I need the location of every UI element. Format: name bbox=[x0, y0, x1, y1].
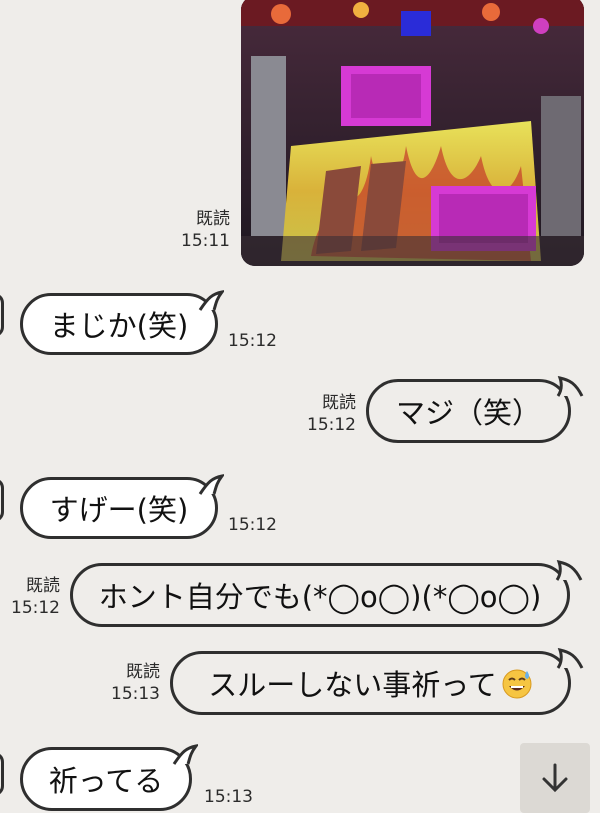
message-bubble-sent[interactable]: マジ（笑） bbox=[366, 379, 571, 443]
timestamp-3: 15:12 bbox=[228, 515, 277, 535]
message-text: すげー(笑) bbox=[49, 493, 189, 527]
scroll-to-bottom-button[interactable] bbox=[520, 743, 590, 813]
read-receipt-5: 既読 15:13 bbox=[111, 662, 160, 704]
bubble-tail bbox=[556, 376, 584, 397]
bubble-tail bbox=[198, 474, 224, 495]
avatar-edge[interactable] bbox=[0, 293, 4, 337]
sweat-smile-emoji bbox=[502, 669, 532, 699]
timestamp-6: 15:13 bbox=[204, 787, 253, 807]
message-text: ホント自分でも(*◯o◯)(*◯o◯) bbox=[98, 580, 542, 614]
bubble-tail bbox=[198, 290, 224, 311]
pachinko-photo-image bbox=[241, 0, 584, 266]
avatar-edge[interactable] bbox=[0, 752, 4, 796]
message-text: スルーしない事祈って bbox=[208, 668, 497, 702]
message-bubble-sent[interactable]: ホント自分でも(*◯o◯)(*◯o◯) bbox=[70, 563, 570, 627]
message-bubble-received[interactable]: 祈ってる bbox=[20, 747, 192, 811]
arrow-down-icon bbox=[542, 763, 568, 793]
shared-photo[interactable] bbox=[241, 0, 584, 266]
message-text: マジ（笑） bbox=[395, 396, 541, 430]
timestamp-1: 15:12 bbox=[228, 331, 277, 351]
message-bubble-received[interactable]: まじか(笑) bbox=[20, 293, 218, 355]
message-text: まじか(笑) bbox=[49, 309, 189, 343]
message-bubble-sent[interactable]: スルーしない事祈って bbox=[170, 651, 571, 715]
read-receipt-0: 既読 15:11 bbox=[181, 209, 230, 251]
read-receipt-4: 既読 15:12 bbox=[11, 576, 60, 618]
bubble-tail bbox=[555, 560, 583, 581]
bubble-tail bbox=[556, 648, 584, 669]
avatar-edge[interactable] bbox=[0, 478, 4, 522]
read-receipt-2: 既読 15:12 bbox=[307, 393, 356, 435]
bubble-tail bbox=[172, 744, 198, 765]
message-bubble-received[interactable]: すげー(笑) bbox=[20, 477, 218, 539]
message-text: 祈ってる bbox=[48, 764, 164, 798]
